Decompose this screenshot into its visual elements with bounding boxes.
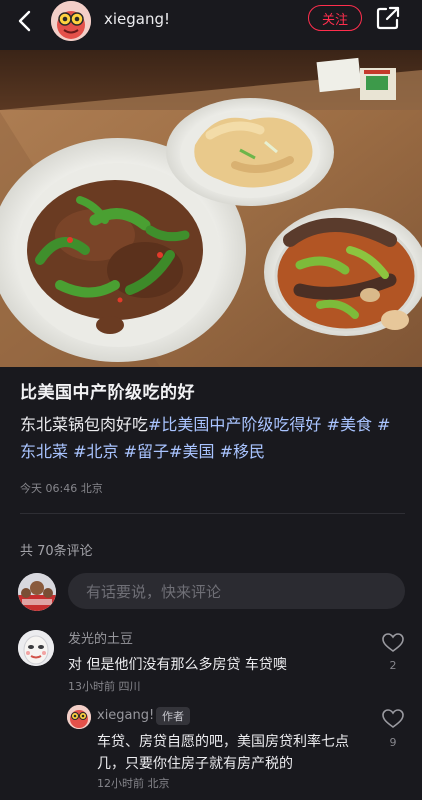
- divider: [20, 513, 405, 514]
- like-button[interactable]: [382, 709, 404, 729]
- share-icon: [376, 6, 400, 30]
- back-button[interactable]: [12, 8, 38, 34]
- my-avatar: [18, 573, 56, 611]
- comment-count: 共 70条评论: [20, 544, 93, 559]
- post-description: 东北菜锅包肉好吃#比美国中产阶级吃得好 #美食 #东北菜 #北京 #留子#美国 …: [20, 411, 406, 465]
- hashtag[interactable]: #美国: [169, 442, 214, 461]
- like-count: 9: [389, 736, 397, 749]
- comment-meta: 13小时前 四川: [68, 680, 141, 693]
- post-timestamp: 今天 06:46 北京: [20, 482, 103, 495]
- heart-icon: [382, 709, 404, 728]
- heart-icon: [382, 633, 404, 652]
- author-avatar[interactable]: [51, 1, 91, 41]
- reply-author-name[interactable]: xiegang!: [97, 708, 154, 723]
- follow-button[interactable]: 关注: [308, 5, 362, 31]
- share-button[interactable]: [375, 5, 401, 31]
- chevron-left-icon: [18, 10, 31, 32]
- comment-input[interactable]: 有话要说，快来评论: [68, 573, 405, 609]
- commenter-name[interactable]: 发光的土豆: [68, 628, 133, 647]
- author-badge: 作者: [156, 707, 190, 725]
- description-text: 东北菜锅包肉好吃: [20, 415, 149, 434]
- comment-text: 对 但是他们没有那么多房贷 车贷噢: [68, 657, 287, 673]
- hashtag[interactable]: #美食: [327, 415, 372, 434]
- hashtag[interactable]: #比美国中产阶级吃得好: [148, 415, 321, 434]
- reply-text: 车贷、房贷自愿的吧，美国房贷利率七点几，只要你住房子就有房产税的: [97, 734, 349, 772]
- hashtag[interactable]: #留子: [124, 442, 169, 461]
- food-photo-image: [0, 50, 422, 367]
- my-avatar-image: [18, 573, 56, 611]
- like-button[interactable]: [382, 633, 404, 653]
- commenter-avatar-image: [18, 630, 54, 666]
- commenter-avatar[interactable]: [18, 630, 54, 666]
- reply-meta: 12小时前 北京: [97, 777, 170, 790]
- top-bar: xiegang! 关注: [0, 0, 422, 44]
- reply-avatar-image: [67, 705, 91, 729]
- author-username[interactable]: xiegang!: [104, 10, 170, 28]
- hashtag[interactable]: #北京: [73, 442, 118, 461]
- post-title: 比美国中产阶级吃的好: [20, 383, 195, 403]
- reply-author-avatar[interactable]: [67, 705, 91, 729]
- post-photo[interactable]: [0, 50, 422, 367]
- like-count: 2: [389, 659, 397, 672]
- author-avatar-image: [51, 1, 91, 41]
- hashtag[interactable]: #移民: [220, 442, 265, 461]
